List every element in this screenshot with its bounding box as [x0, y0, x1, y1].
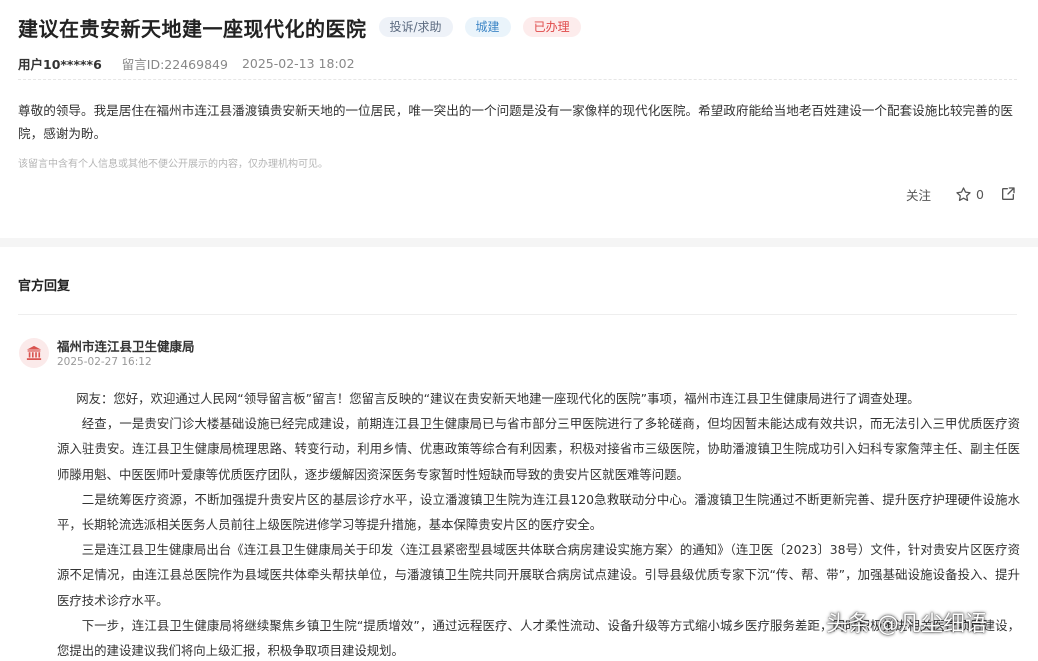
reply-paragraph: 经查，一是贵安门诊大楼基础设施已经完成建设，前期连江县卫生健康局已与省市部分三甲…: [57, 416, 1020, 482]
star-button[interactable]: 0: [955, 186, 984, 203]
reply-paragraph: 二是统筹医疗资源，不断加强提升贵安片区的基层诊疗水平，设立潘渡镇卫生院为连江县1…: [57, 491, 1020, 533]
author-name: 用户10*****6: [18, 56, 102, 72]
message-meta: 用户10*****6 留言ID:22469849 2025-02-13 18:0…: [18, 54, 355, 72]
message-datetime: 2025-02-13 18:02: [241, 55, 355, 71]
star-count: 0: [976, 186, 984, 202]
status-badge: 已办理: [522, 17, 581, 37]
avatar: [19, 338, 49, 368]
reply-paragraph: 三是连江县卫生健康局出台《连江县卫生健康局关于印发〈连江县紧密型县域医共体联合病…: [57, 542, 1020, 608]
title-row: 建议在贵安新天地建一座现代化的医院 投诉/求助 城建 已办理: [18, 10, 581, 44]
message-id: 留言ID:22469849: [121, 56, 228, 72]
message-panel: 建议在贵安新天地建一座现代化的医院 投诉/求助 城建 已办理 用户10*****…: [0, 0, 1038, 238]
tag-type[interactable]: 投诉/求助: [378, 17, 453, 37]
share-button[interactable]: [1000, 186, 1016, 202]
tag-domain[interactable]: 城建: [464, 17, 511, 37]
section-separator: [0, 238, 1038, 247]
government-building-icon: [26, 345, 42, 360]
message-actions: 关注 0: [906, 184, 1016, 204]
divider: [18, 314, 1017, 315]
share-icon: [1002, 187, 1015, 200]
reply-section-title: 官方回复: [18, 279, 71, 294]
follow-button[interactable]: 关注: [906, 185, 931, 204]
reply-date: 2025-02-27 16:12: [57, 356, 152, 368]
message-body: 尊敬的领导。我是居住在福州市连江县潘渡镇贵安新天地的一位居民，唯一突出的一个问题…: [18, 103, 1013, 141]
divider: [18, 79, 1017, 80]
star-icon: [956, 186, 971, 201]
watermark: 头条 @凡尘细语: [826, 612, 987, 637]
page: 建议在贵安新天地建一座现代化的医院 投诉/求助 城建 已办理 用户10*****…: [0, 0, 1038, 661]
reply-org-name: 福州市连江县卫生健康局: [57, 339, 195, 354]
reply-paragraph: 网友：您好，欢迎通过人民网“领导留言板”留言！您留言反映的“建议在贵安新天地建一…: [76, 391, 920, 406]
privacy-note: 该留言中含有个人信息或其他不便公开展示的内容，仅办理机构可见。: [18, 159, 328, 170]
message-title: 建议在贵安新天地建一座现代化的医院: [18, 16, 367, 41]
